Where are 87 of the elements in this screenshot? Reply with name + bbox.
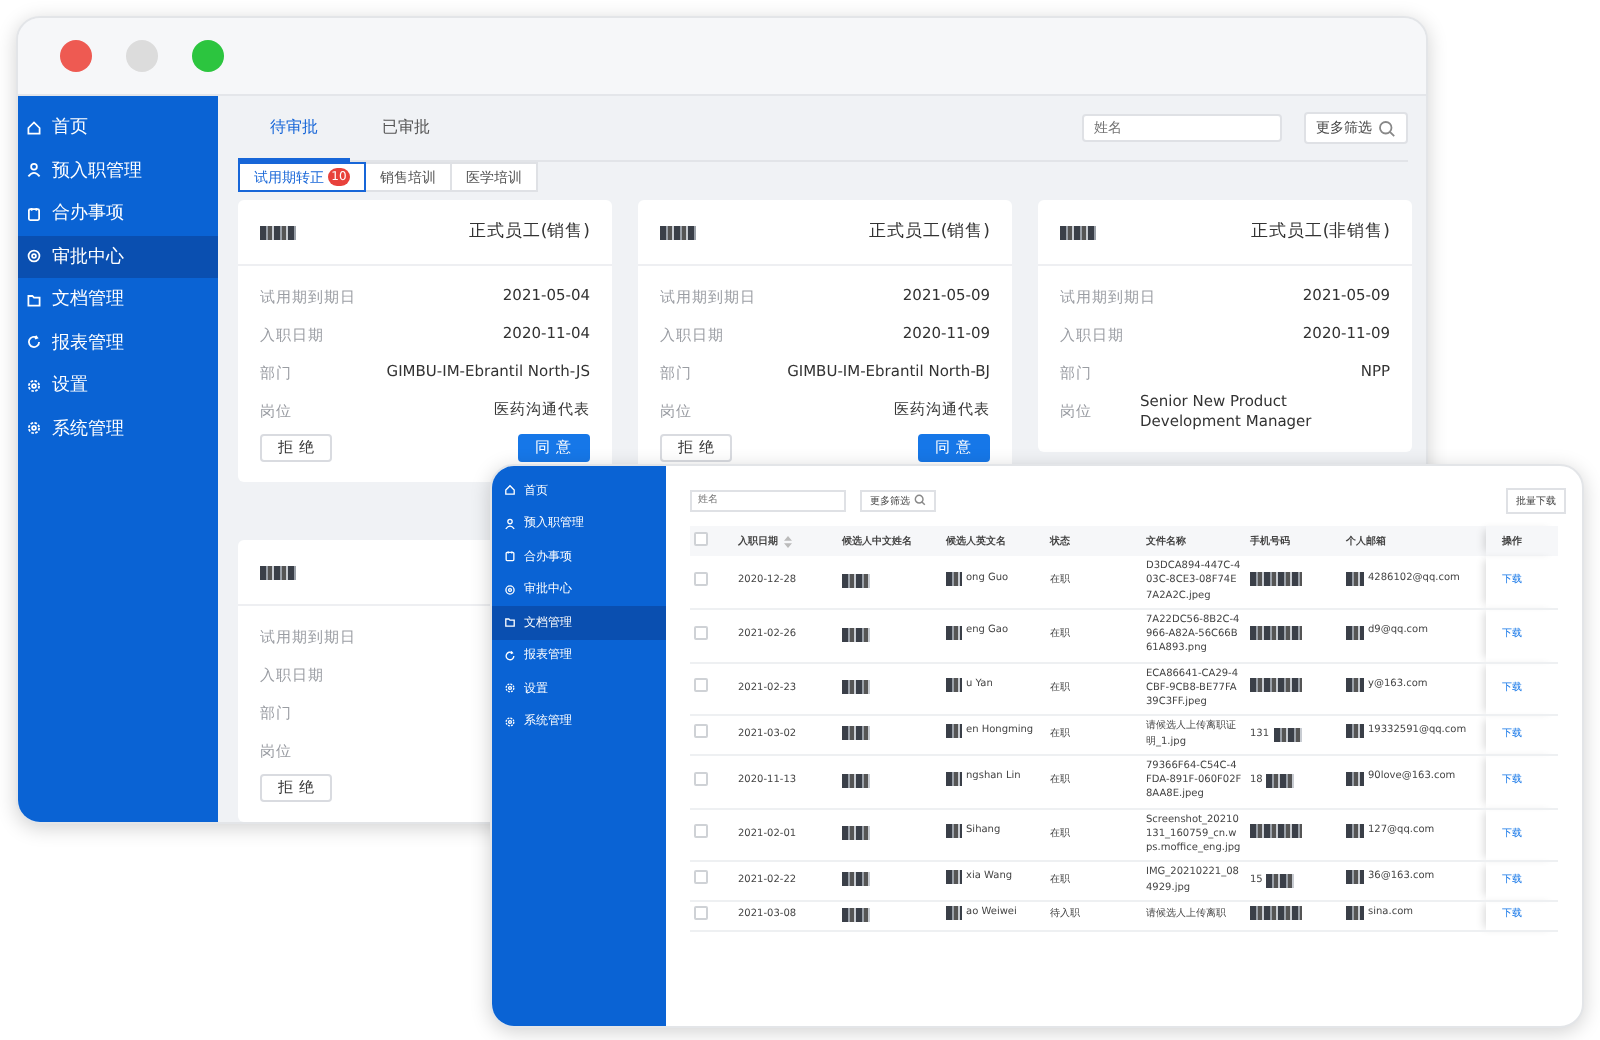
redacted-mark (946, 771, 962, 786)
redacted-mark (946, 678, 962, 693)
checkbox[interactable] (694, 571, 708, 586)
checkbox[interactable] (694, 870, 708, 885)
person-icon (26, 162, 42, 179)
employee-type: 正式员工(销售) (868, 220, 990, 244)
redacted-mark (1346, 905, 1364, 920)
employee-type: 正式员工(销售) (468, 220, 590, 244)
sidebar-label: 合办事项 (52, 201, 124, 227)
close-icon[interactable] (60, 40, 92, 72)
sidebar-label: 系统管理 (52, 417, 124, 442)
redacted-mark (842, 773, 870, 788)
redacted-mark (1250, 824, 1302, 839)
checkbox[interactable] (694, 724, 708, 739)
redacted-mark (1266, 874, 1295, 888)
redacted-mark (842, 680, 870, 695)
search-icon (914, 494, 926, 506)
redacted-mark (1346, 870, 1364, 885)
sidebar-item[interactable]: 审批中心 (18, 235, 218, 278)
redacted-mark (260, 225, 296, 239)
redacted-mark (946, 571, 962, 586)
sidebar-item[interactable]: 合办事项 (18, 192, 218, 235)
circle-icon (26, 248, 42, 265)
minimize-icon[interactable] (126, 40, 158, 72)
redacted-mark (1346, 571, 1364, 586)
tab[interactable]: 已审批 (350, 96, 462, 162)
gear-icon (504, 682, 516, 695)
redacted-mark (1250, 678, 1302, 693)
clipboard-icon (504, 550, 516, 563)
refresh-icon (26, 334, 42, 351)
clipboard-icon (26, 205, 42, 222)
redacted-mark (946, 905, 962, 920)
home-icon (26, 119, 42, 136)
checkbox[interactable] (694, 532, 708, 546)
gear-icon (26, 420, 42, 437)
sidebar-label: 首页 (52, 115, 88, 141)
redacted-mark (1346, 771, 1364, 786)
maximize-icon[interactable] (192, 40, 224, 72)
sort-icon[interactable] (784, 535, 792, 548)
redacted-mark (946, 824, 962, 839)
redacted-mark (842, 907, 870, 922)
checkbox[interactable] (694, 824, 708, 839)
sidebar-item[interactable]: 文档管理 (18, 278, 218, 321)
search-icon (1378, 119, 1396, 137)
redacted-mark (842, 726, 870, 741)
checkbox[interactable] (694, 771, 708, 785)
sidebar-label: 报表管理 (52, 331, 124, 356)
redacted-mark (842, 573, 870, 588)
checkbox[interactable] (694, 625, 708, 639)
redacted-mark (1250, 905, 1302, 920)
gear-icon (26, 377, 42, 394)
redacted-mark (1250, 625, 1302, 639)
sidebar-item[interactable]: 系统管理 (18, 407, 218, 450)
refresh-icon (504, 649, 516, 662)
sidebar-item[interactable]: 首页 (18, 106, 218, 149)
circle-icon (504, 583, 516, 596)
redacted-mark (946, 625, 962, 640)
home-icon (504, 484, 516, 497)
sidebar-label: 文档管理 (52, 287, 124, 313)
redacted-mark (842, 826, 870, 841)
sidebar-item[interactable]: 设置 (18, 364, 218, 407)
sidebar-label: 设置 (52, 373, 88, 399)
folder-icon (504, 616, 516, 629)
redacted-mark (1346, 678, 1364, 693)
redacted-mark (1273, 728, 1302, 742)
folder-icon (26, 291, 42, 308)
sidebar-label: 预入职管理 (52, 159, 142, 184)
person-icon (504, 517, 516, 530)
redacted-mark (660, 225, 696, 239)
redacted-mark (842, 627, 870, 642)
redacted-mark (842, 872, 870, 887)
redacted-mark (1346, 824, 1364, 839)
redacted-mark (946, 870, 962, 885)
sidebar-item[interactable]: 报表管理 (18, 321, 218, 364)
redacted-mark (260, 565, 296, 579)
employee-type: 正式员工(非销售) (1250, 220, 1390, 244)
gear-icon (504, 715, 516, 728)
redacted-mark (1266, 774, 1295, 789)
sidebar-item[interactable]: 预入职管理 (18, 149, 218, 192)
redacted-mark (1060, 225, 1096, 239)
redacted-mark (1250, 571, 1302, 586)
checkbox[interactable] (694, 905, 708, 920)
redacted-mark (946, 724, 962, 739)
redacted-mark (1346, 724, 1364, 739)
checkbox[interactable] (694, 678, 708, 693)
sidebar-label: 审批中心 (52, 245, 124, 270)
redacted-mark (1346, 625, 1364, 640)
